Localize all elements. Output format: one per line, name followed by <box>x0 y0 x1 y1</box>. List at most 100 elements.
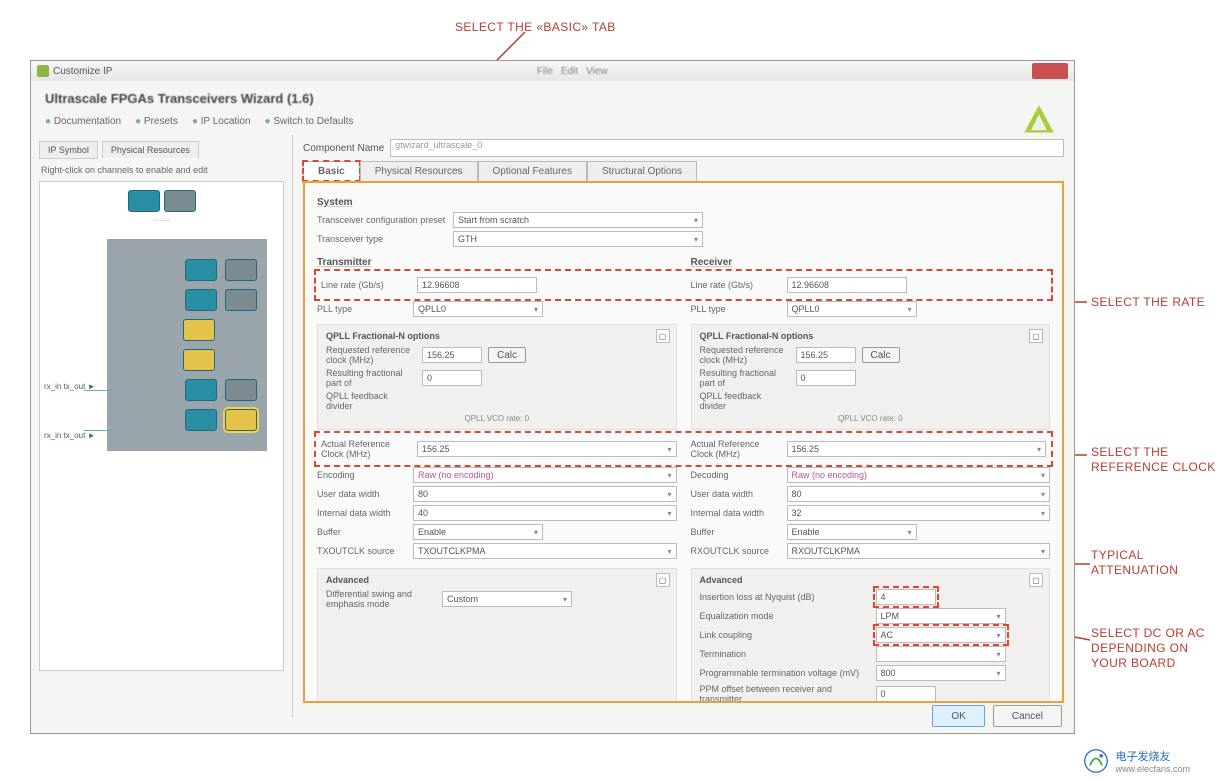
tx-enc-label: Encoding <box>317 470 407 480</box>
tab-content: System Transceiver configuration preset … <box>303 181 1064 703</box>
diagram-body <box>107 239 267 451</box>
tab-optional[interactable]: Optional Features <box>478 161 588 181</box>
adv-rx-il-input[interactable]: 4 <box>876 589 936 605</box>
tx-buf-label: Buffer <box>317 527 407 537</box>
rx-rate-label: Line rate (Gb/s) <box>691 280 781 290</box>
qpll-req-input[interactable]: 156.25 <box>422 347 482 363</box>
adv-rx-pvt-select[interactable]: 800 <box>876 665 1006 681</box>
collapse-icon[interactable]: ▢ <box>1029 573 1043 587</box>
tx-clk-label: TXOUTCLK source <box>317 546 407 556</box>
tab-structural[interactable]: Structural Options <box>587 161 697 181</box>
rx-int-select[interactable]: 32 <box>787 505 1051 521</box>
tx-buf-select[interactable]: Enable <box>413 524 543 540</box>
footer-buttons: OK Cancel <box>932 705 1062 727</box>
adv-rx-il-label: Insertion loss at Nyquist (dB) <box>700 592 870 602</box>
collapse-icon[interactable]: ▢ <box>656 329 670 343</box>
callout-dcac-1: SELECT DC OR AC <box>1091 626 1205 640</box>
tx-int-select[interactable]: 40 <box>413 505 677 521</box>
right-pane: Component Name gtwizard_ultrascale_0 Bas… <box>293 135 1074 717</box>
calc-button[interactable]: Calc <box>488 347 526 363</box>
app-title: Customize IP <box>53 66 112 77</box>
collapse-icon[interactable]: ▢ <box>1029 329 1043 343</box>
toolbar-doc[interactable]: Documentation <box>45 116 121 127</box>
tab-basic[interactable]: Basic <box>303 161 360 181</box>
qpll-frac-input[interactable]: 0 <box>796 370 856 386</box>
qpll-rx-block: QPLL Fractional-N options ▢ Requested re… <box>691 324 1051 430</box>
callout-dcac-2: DEPENDING ON <box>1091 641 1188 655</box>
tab-physical[interactable]: Physical Resources <box>360 161 478 181</box>
diagram-label: ······ <box>48 216 275 225</box>
adv-rx-pvt-label: Programmable termination voltage (mV) <box>700 668 870 678</box>
rx-dw-label: User data width <box>691 489 781 499</box>
left-tab-symbol[interactable]: IP Symbol <box>39 141 98 159</box>
tx-enc-select[interactable]: Raw (no encoding) <box>413 467 677 483</box>
callout-refclk-1: SELECT THE <box>1091 445 1169 459</box>
watermark-icon <box>1083 748 1109 774</box>
tx-clk-select[interactable]: TXOUTCLKPMA <box>413 543 677 559</box>
rx-int-label: Internal data width <box>691 508 781 518</box>
adv-rx-term-select[interactable] <box>876 646 1006 662</box>
collapse-icon[interactable]: ▢ <box>656 573 670 587</box>
adv-rx-ppm-input[interactable]: 0 <box>876 686 936 702</box>
adv-rx-block: Advanced ▢ Insertion loss at Nyquist (dB… <box>691 568 1051 703</box>
toolbar-presets[interactable]: Presets <box>135 116 178 127</box>
diagram-chip[interactable] <box>128 190 160 212</box>
tx-ref-select[interactable]: 156.25 <box>417 441 677 457</box>
toolbar-defaults[interactable]: Switch to Defaults <box>265 116 354 127</box>
adv-rx-eq-label: Equalization mode <box>700 611 870 621</box>
qpll-req-label: Requested reference clock (MHz) <box>326 345 416 365</box>
calc-button[interactable]: Calc <box>862 347 900 363</box>
diagram-chip[interactable] <box>164 190 196 212</box>
tx-dw-select[interactable]: 80 <box>413 486 677 502</box>
qpll-note: QPLL VCO rate: 0 <box>700 414 1042 423</box>
rx-clk-select[interactable]: RXOUTCLKPMA <box>787 543 1051 559</box>
rx-dw-select[interactable]: 80 <box>787 486 1051 502</box>
qpll-title: QPLL Fractional-N options <box>326 331 668 341</box>
tx-pll-label: PLL type <box>317 304 407 314</box>
close-button[interactable] <box>1032 63 1068 79</box>
qpll-tx-block: QPLL Fractional-N options ▢ Requested re… <box>317 324 677 430</box>
adv-rx-eq-select[interactable]: LPM <box>876 608 1006 624</box>
tx-rate-input[interactable]: 12.96608 <box>417 277 537 293</box>
refclk-row-highlight: Actual Reference Clock (MHz) 156.25 Actua… <box>317 434 1050 464</box>
titlebar-menu-item[interactable]: File <box>537 66 553 77</box>
tx-pll-select[interactable]: QPLL0 <box>413 301 543 317</box>
rx-buf-select[interactable]: Enable <box>787 524 917 540</box>
rx-pll-select[interactable]: QPLL0 <box>787 301 917 317</box>
preset-select[interactable]: Start from scratch <box>453 212 703 228</box>
adv-rx-title: Advanced <box>700 575 1042 585</box>
app-window: Customize IP File Edit View Ultrascale F… <box>30 60 1075 734</box>
rate-row-highlight: Line rate (Gb/s) 12.96608 Line rate (Gb/… <box>317 272 1050 298</box>
qpll-req-label: Requested reference clock (MHz) <box>700 345 790 365</box>
adv-tx-diff-select[interactable]: Custom <box>442 591 572 607</box>
component-name-input[interactable]: gtwizard_ultrascale_0 <box>390 139 1064 157</box>
adv-tx-diff-label: Differential swing and emphasis mode <box>326 589 436 609</box>
preset-label: Transceiver configuration preset <box>317 215 447 225</box>
qpll-frac-label: Resulting fractional part of <box>326 368 416 388</box>
qpll-req-input[interactable]: 156.25 <box>796 347 856 363</box>
vendor-logo <box>1022 103 1056 137</box>
tx-ref-label: Actual Reference Clock (MHz) <box>321 439 411 459</box>
ok-button[interactable]: OK <box>932 705 984 727</box>
callout-refclk-2: REFERENCE CLOCK <box>1091 460 1216 474</box>
section-rx: Receiver <box>691 257 1051 268</box>
section-tx: Transmitter <box>317 257 677 268</box>
callout-atten-1: TYPICAL <box>1091 548 1144 562</box>
left-note: Right-click on channels to enable and ed… <box>41 165 282 175</box>
rx-ref-select[interactable]: 156.25 <box>787 441 1047 457</box>
type-select[interactable]: GTH <box>453 231 703 247</box>
left-tab-physical[interactable]: Physical Resources <box>102 141 199 159</box>
cancel-button[interactable]: Cancel <box>993 705 1062 727</box>
adv-rx-lc-select[interactable]: AC <box>876 627 1006 643</box>
rx-dec-select[interactable]: Raw (no encoding) <box>787 467 1051 483</box>
watermark-url: www.elecfans.com <box>1115 764 1190 774</box>
titlebar: Customize IP File Edit View <box>31 61 1074 81</box>
rx-rate-input[interactable]: 12.96608 <box>787 277 907 293</box>
titlebar-menu-item[interactable]: View <box>586 66 608 77</box>
adv-rx-ppm-label: PPM offset between receiver and transmit… <box>700 684 870 703</box>
rx-ref-label: Actual Reference Clock (MHz) <box>691 439 781 459</box>
titlebar-menu-item[interactable]: Edit <box>561 66 578 77</box>
toolbar-iploc[interactable]: IP Location <box>192 116 251 127</box>
qpll-frac-input[interactable]: 0 <box>422 370 482 386</box>
watermark-text: 电子发烧友 <box>1115 748 1190 764</box>
